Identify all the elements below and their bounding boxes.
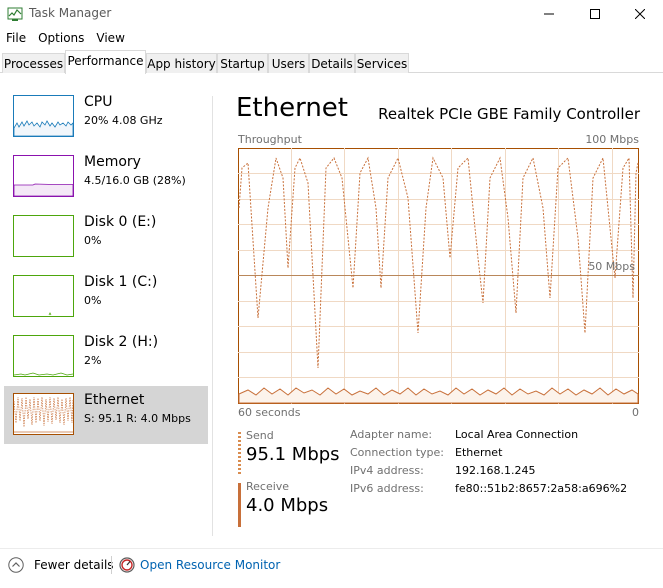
menu-file[interactable]: File <box>0 29 32 49</box>
tab-startup[interactable]: Startup <box>217 53 268 73</box>
sidebar-item-memory[interactable]: Memory 4.5/16.0 GB (28%) <box>4 148 208 206</box>
window-title: Task Manager <box>29 6 112 20</box>
sidebar-item-title: Disk 0 (E:) <box>84 214 157 230</box>
minimize-icon <box>544 13 554 15</box>
tab-services[interactable]: Services <box>355 53 409 73</box>
sidebar-item-subtitle: 2% <box>84 354 102 367</box>
tab-details[interactable]: Details <box>309 53 355 73</box>
sidebar-item-title: Ethernet <box>84 392 145 408</box>
menu-view[interactable]: View <box>90 29 130 49</box>
title-bar: Task Manager <box>0 0 663 28</box>
receive-legend-marker <box>238 483 241 527</box>
resource-sidebar: CPU 20% 4.08 GHz Memory 4.5/16.0 GB (28%… <box>0 88 210 548</box>
sidebar-item-title: CPU <box>84 94 113 110</box>
sidebar-item-title: Memory <box>84 154 141 170</box>
detail-value: Ethernet <box>455 446 503 459</box>
footer-divider <box>0 548 663 549</box>
memory-thumbnail <box>13 155 74 197</box>
sidebar-item-subtitle: S: 95.1 R: 4.0 Mbps <box>84 412 191 425</box>
sidebar-item-subtitle: 4.5/16.0 GB (28%) <box>84 174 186 187</box>
sidebar-item-subtitle: 20% 4.08 GHz <box>84 114 163 127</box>
fewer-details-link[interactable]: Fewer details <box>34 558 114 572</box>
sidebar-divider <box>212 96 213 536</box>
tab-performance[interactable]: Performance <box>65 50 146 74</box>
sidebar-item-title: Disk 2 (H:) <box>84 334 159 350</box>
detail-value: Local Area Connection <box>455 428 579 441</box>
receive-label: Receive <box>246 480 290 493</box>
tab-processes[interactable]: Processes <box>2 53 65 73</box>
maximize-icon <box>590 9 600 19</box>
chevron-up-icon[interactable] <box>8 557 24 573</box>
footer: Fewer details Open Resource Monitor <box>0 551 663 588</box>
disk-2-thumbnail <box>13 335 74 377</box>
detail-key: IPv6 address: <box>350 482 424 495</box>
ethernet-thumbnail <box>13 393 74 435</box>
close-button[interactable] <box>617 0 663 28</box>
tab-users[interactable]: Users <box>268 53 309 73</box>
detail-key: IPv4 address: <box>350 464 424 477</box>
device-name: Realtek PCIe GBE Family Controller <box>378 105 640 123</box>
graph-mid-label: 50 Mbps <box>588 260 635 273</box>
menu-bar: File Options View <box>0 29 131 49</box>
disk-0-thumbnail <box>13 215 74 257</box>
menu-options[interactable]: Options <box>32 29 90 49</box>
close-icon <box>635 9 645 19</box>
footer-separator <box>111 556 112 574</box>
task-manager-icon <box>7 7 23 21</box>
cpu-thumbnail <box>13 95 74 137</box>
graph-time-end: 0 <box>632 406 639 419</box>
graph-max-label: 100 Mbps <box>585 133 639 146</box>
sidebar-item-cpu[interactable]: CPU 20% 4.08 GHz <box>4 88 208 146</box>
sidebar-item-subtitle: 0% <box>84 234 102 247</box>
maximize-button[interactable] <box>572 0 618 28</box>
throughput-graph <box>238 148 639 404</box>
sidebar-item-disk-2[interactable]: Disk 2 (H:) 2% <box>4 328 208 386</box>
sidebar-item-title: Disk 1 (C:) <box>84 274 158 290</box>
sidebar-item-subtitle: 0% <box>84 294 102 307</box>
detail-value: fe80::51b2:8657:2a58:a696%2 <box>455 482 628 495</box>
sidebar-item-disk-0[interactable]: Disk 0 (E:) 0% <box>4 208 208 266</box>
send-legend-marker <box>238 432 241 476</box>
tab-app-history[interactable]: App history <box>146 53 217 73</box>
send-label: Send <box>246 429 274 442</box>
detail-value: 192.168.1.245 <box>455 464 536 477</box>
detail-key: Connection type: <box>350 446 445 459</box>
receive-value: 4.0 Mbps <box>246 495 329 516</box>
disk-1-thumbnail <box>13 275 74 317</box>
sidebar-item-disk-1[interactable]: Disk 1 (C:) 0% <box>4 268 208 326</box>
graph-title: Throughput <box>238 133 302 146</box>
open-resource-monitor-link[interactable]: Open Resource Monitor <box>140 558 280 572</box>
sidebar-item-ethernet[interactable]: Ethernet S: 95.1 R: 4.0 Mbps <box>4 386 208 444</box>
resource-monitor-icon[interactable] <box>119 557 135 573</box>
minimize-button[interactable] <box>526 0 572 28</box>
tab-bar: Processes Performance App history Startu… <box>0 50 663 74</box>
page-title: Ethernet <box>236 93 348 123</box>
send-value: 95.1 Mbps <box>246 444 340 465</box>
detail-key: Adapter name: <box>350 428 433 441</box>
graph-time-start: 60 seconds <box>238 406 301 419</box>
